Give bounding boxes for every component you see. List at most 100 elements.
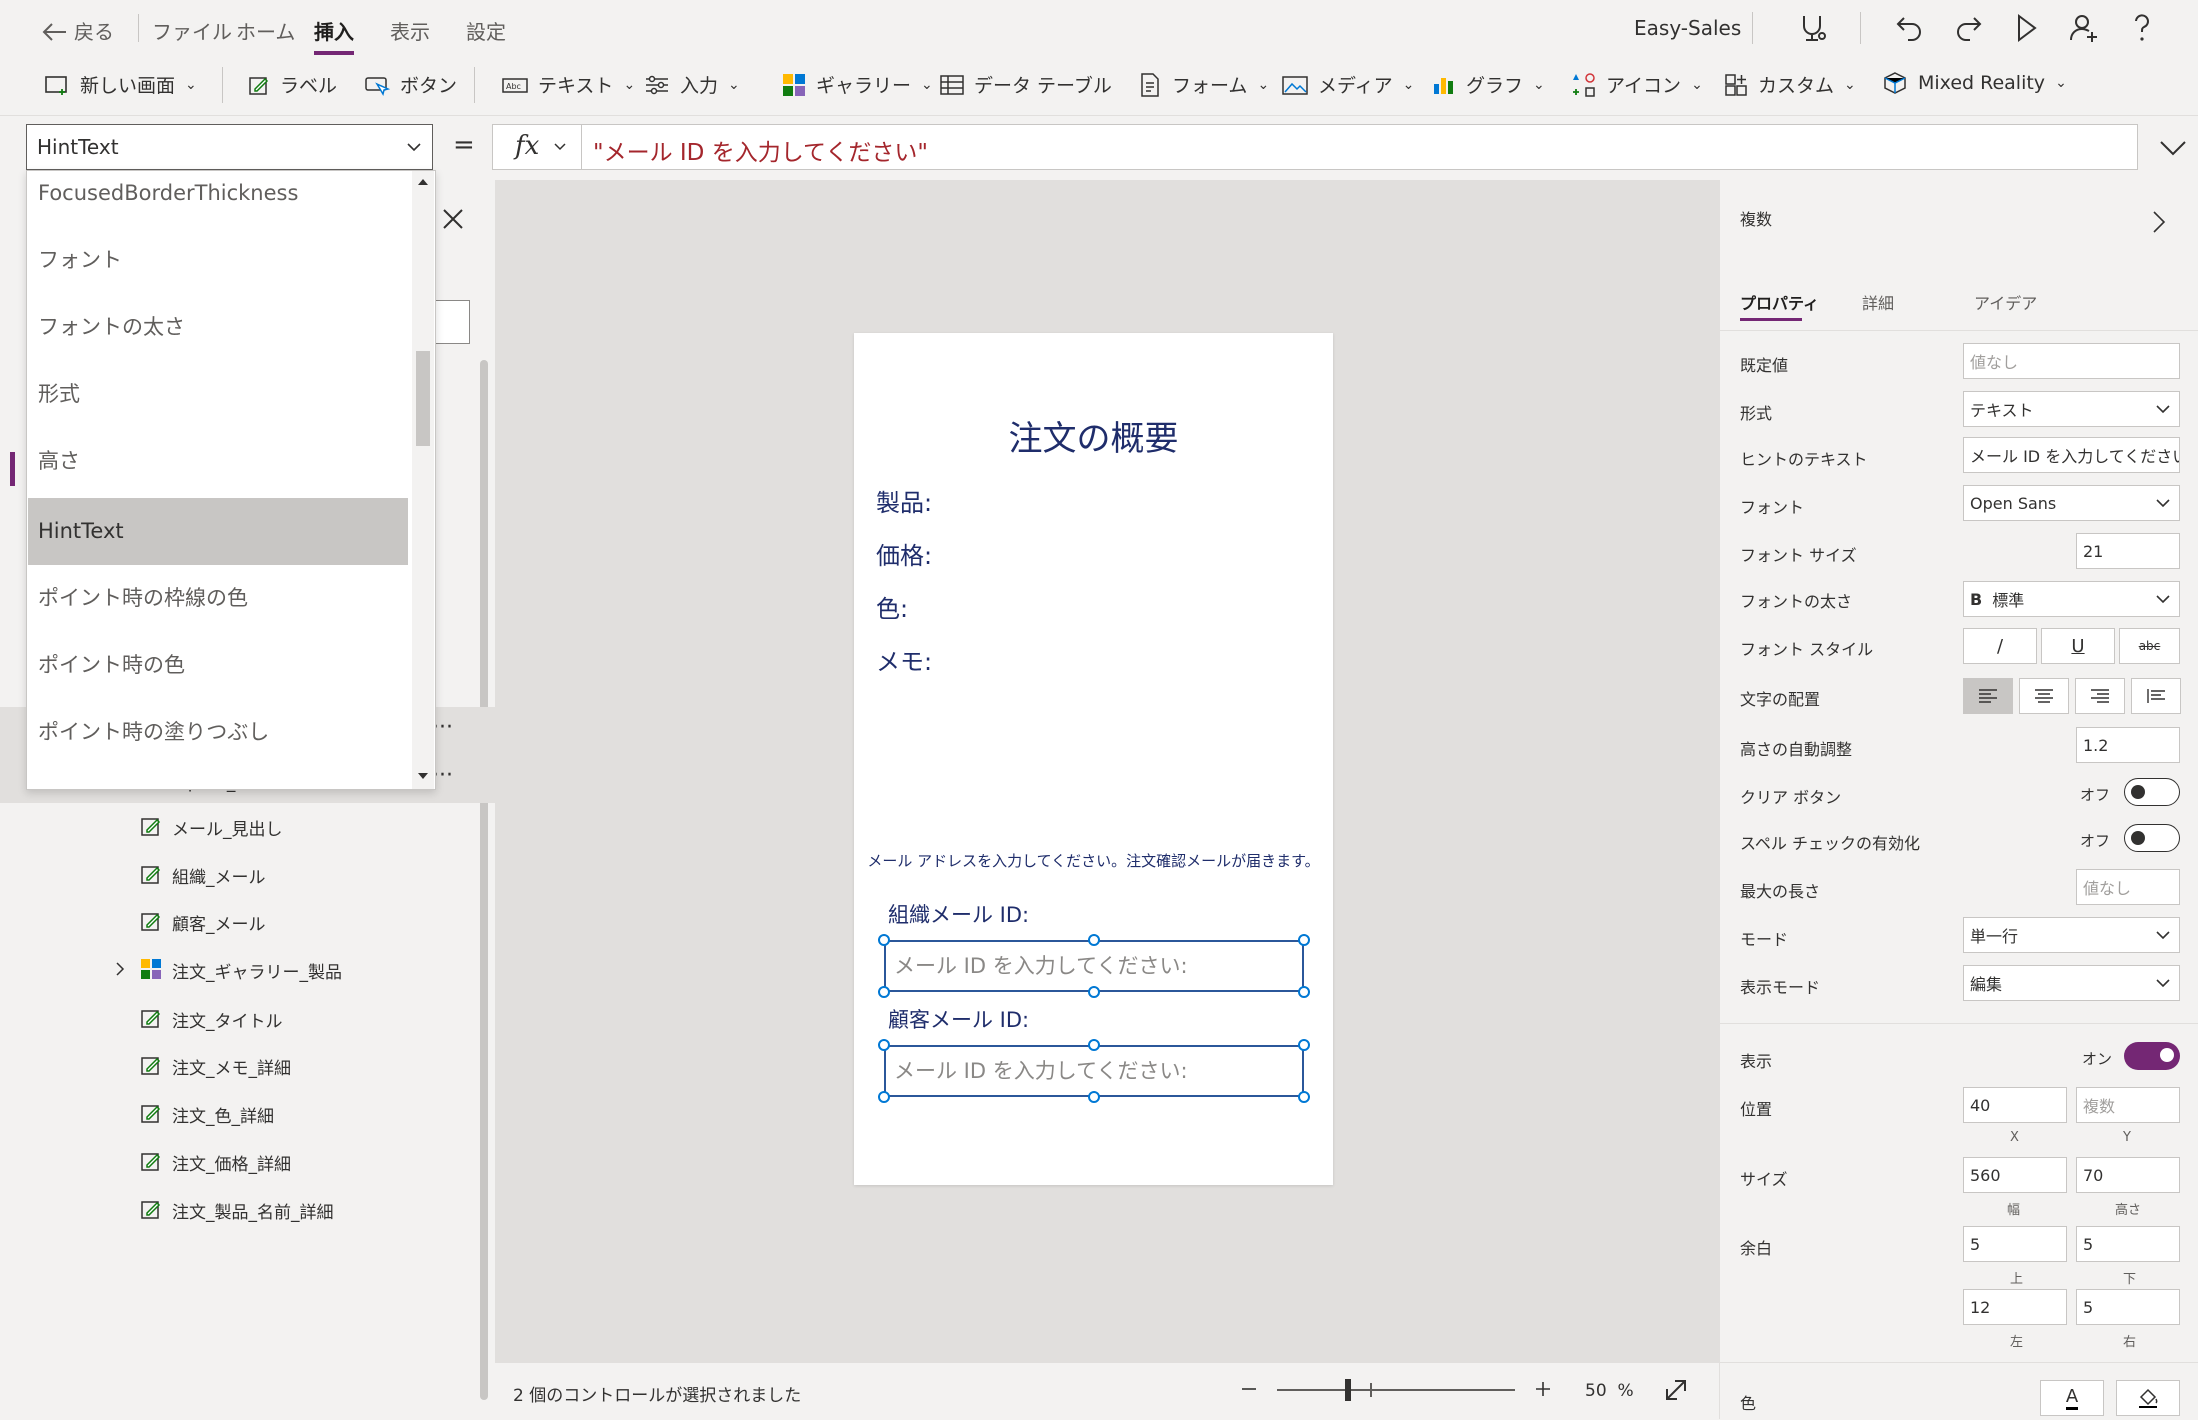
hint-text-input[interactable]: メール ID を入力してください: bbox=[1963, 437, 2180, 473]
zoom-out-button[interactable] bbox=[1233, 1373, 1265, 1405]
resize-handle[interactable] bbox=[878, 1091, 890, 1103]
app-checker-icon[interactable] bbox=[1794, 10, 1830, 46]
dropdown-item[interactable]: ポイント時の塗りつぶし bbox=[28, 699, 408, 766]
display-mode-dropdown[interactable]: 編集 bbox=[1963, 965, 2180, 1001]
cust-email-label[interactable]: 顧客メール ID: bbox=[888, 1004, 1029, 1034]
input-button[interactable]: 入力 ⌄ bbox=[644, 71, 740, 98]
redo-icon[interactable] bbox=[1950, 10, 1986, 46]
tree-item-10[interactable]: 注文_メモ_詳細 bbox=[0, 1041, 495, 1089]
menu-settings[interactable]: 設定 bbox=[466, 16, 506, 45]
button-button[interactable]: ボタン bbox=[364, 71, 457, 98]
scroll-up-icon[interactable] bbox=[417, 177, 429, 187]
resize-handle[interactable] bbox=[1298, 1039, 1310, 1051]
price-label[interactable]: 価格: bbox=[876, 536, 932, 571]
text-button[interactable]: Abc テキスト ⌄ bbox=[502, 71, 635, 98]
tree-item-13[interactable]: 注文_製品_名前_詳細 bbox=[0, 1185, 495, 1233]
menu-insert[interactable]: 挿入 bbox=[314, 16, 354, 55]
play-icon[interactable] bbox=[2008, 10, 2044, 46]
fill-color-button[interactable] bbox=[2116, 1380, 2180, 1416]
resize-handle[interactable] bbox=[1298, 934, 1310, 946]
resize-handle[interactable] bbox=[1298, 1091, 1310, 1103]
dropdown-scroll-thumb[interactable] bbox=[416, 351, 430, 446]
help-icon[interactable] bbox=[2124, 10, 2160, 46]
scroll-down-icon[interactable] bbox=[417, 771, 429, 781]
padding-top-input[interactable]: 5 bbox=[1963, 1226, 2067, 1262]
height-input[interactable]: 70 bbox=[2076, 1157, 2180, 1193]
tree-item-9[interactable]: 注文_タイトル bbox=[0, 994, 495, 1042]
memo-label[interactable]: メモ: bbox=[876, 642, 932, 677]
resize-handle[interactable] bbox=[1088, 986, 1100, 998]
resize-handle[interactable] bbox=[1298, 986, 1310, 998]
mode-dropdown[interactable]: 単一行 bbox=[1963, 917, 2180, 953]
position-x-input[interactable]: 40 bbox=[1963, 1087, 2067, 1123]
line-height-input[interactable]: 1.2 bbox=[2076, 727, 2180, 763]
tab-properties[interactable]: プロパティ bbox=[1740, 290, 1819, 314]
back-button[interactable]: 戻る bbox=[42, 16, 114, 45]
tree-item-11[interactable]: 注文_色_詳細 bbox=[0, 1089, 495, 1137]
dropdown-item[interactable]: ポイント時の色 bbox=[28, 632, 408, 699]
product-label[interactable]: 製品: bbox=[876, 483, 932, 518]
font-weight-dropdown[interactable]: B 標準 bbox=[1963, 581, 2180, 617]
search-box-edge[interactable] bbox=[436, 300, 470, 344]
org-email-input[interactable]: メール ID を入力してください: bbox=[884, 940, 1304, 992]
zoom-slider-track[interactable] bbox=[1277, 1389, 1515, 1391]
chevron-right-icon[interactable] bbox=[2152, 210, 2166, 234]
tree-item-12[interactable]: 注文_価格_詳細 bbox=[0, 1137, 495, 1185]
clear-button-toggle[interactable] bbox=[2124, 778, 2180, 806]
italic-button[interactable]: / bbox=[1963, 628, 2037, 664]
org-email-label[interactable]: 組織メール ID: bbox=[888, 899, 1029, 929]
zoom-in-button[interactable] bbox=[1527, 1373, 1559, 1405]
align-justify-button[interactable] bbox=[2131, 678, 2181, 714]
text-color-button[interactable]: A bbox=[2040, 1380, 2104, 1416]
share-user-icon[interactable] bbox=[2066, 10, 2102, 46]
dropdown-scrollbar[interactable] bbox=[412, 171, 434, 789]
fx-button[interactable]: fx bbox=[493, 125, 582, 169]
tree-item-7[interactable]: 顧客_メール bbox=[0, 897, 495, 945]
icons-button[interactable]: アイコン ⌄ bbox=[1570, 71, 1703, 98]
padding-left-input[interactable]: 12 bbox=[1963, 1289, 2067, 1325]
align-left-button[interactable] bbox=[1963, 678, 2013, 714]
align-center-button[interactable] bbox=[2019, 678, 2069, 714]
format-dropdown[interactable]: テキスト bbox=[1963, 391, 2180, 427]
resize-handle[interactable] bbox=[1088, 1091, 1100, 1103]
tab-advanced[interactable]: 詳細 bbox=[1862, 290, 1894, 314]
menu-file[interactable]: ファイル bbox=[152, 16, 232, 45]
color-label[interactable]: 色: bbox=[876, 589, 908, 624]
width-input[interactable]: 560 bbox=[1963, 1157, 2067, 1193]
max-length-input[interactable]: 値なし bbox=[2076, 869, 2180, 905]
email-heading-label[interactable]: メール アドレスを入力してください。注文確認メールが届きます。 bbox=[854, 850, 1333, 871]
spell-check-toggle[interactable] bbox=[2124, 824, 2180, 852]
expand-formula-button[interactable] bbox=[2150, 124, 2198, 170]
chart-button[interactable]: グラフ ⌄ bbox=[1432, 71, 1545, 98]
font-dropdown[interactable]: Open Sans bbox=[1963, 485, 2180, 521]
strikethrough-button[interactable]: abc bbox=[2119, 628, 2180, 664]
new-screen-button[interactable]: 新しい画面 ⌄ bbox=[44, 71, 197, 98]
close-pane-button[interactable] bbox=[440, 206, 466, 236]
data-table-button[interactable]: データ テーブル bbox=[940, 71, 1112, 98]
position-y-input[interactable]: 複数 bbox=[2076, 1087, 2180, 1123]
padding-right-input[interactable]: 5 bbox=[2076, 1289, 2180, 1325]
dropdown-item[interactable]: FocusedBorderThickness bbox=[28, 160, 408, 227]
cust-email-input[interactable]: メール ID を入力してください: bbox=[884, 1045, 1304, 1097]
resize-handle[interactable] bbox=[878, 934, 890, 946]
order-title[interactable]: 注文の概要 bbox=[854, 411, 1333, 460]
resize-handle[interactable] bbox=[878, 986, 890, 998]
tab-ideas[interactable]: アイデア bbox=[1974, 290, 2037, 314]
label-button[interactable]: ラベル bbox=[248, 71, 337, 98]
tree-item-6[interactable]: 組織_メール bbox=[0, 850, 495, 898]
dropdown-item[interactable]: フォント bbox=[28, 227, 408, 294]
fit-to-window-button[interactable] bbox=[1661, 1375, 1691, 1405]
dropdown-item-highlighted[interactable]: HintText bbox=[28, 498, 408, 565]
padding-bottom-input[interactable]: 5 bbox=[2076, 1226, 2180, 1262]
resize-handle[interactable] bbox=[1088, 934, 1100, 946]
dropdown-item[interactable]: 形式 bbox=[28, 361, 408, 428]
underline-button[interactable]: U bbox=[2041, 628, 2115, 664]
zoom-slider-thumb[interactable] bbox=[1345, 1379, 1352, 1401]
dropdown-item[interactable]: フォントの太さ bbox=[28, 294, 408, 361]
mixed-reality-button[interactable]: Mixed Reality ⌄ bbox=[1882, 71, 2067, 95]
chevron-right-icon[interactable] bbox=[114, 961, 126, 982]
media-button[interactable]: メディア ⌄ bbox=[1282, 71, 1414, 98]
align-right-button[interactable] bbox=[2075, 678, 2125, 714]
font-size-input[interactable]: 21 bbox=[2076, 533, 2180, 569]
resize-handle[interactable] bbox=[1088, 1039, 1100, 1051]
